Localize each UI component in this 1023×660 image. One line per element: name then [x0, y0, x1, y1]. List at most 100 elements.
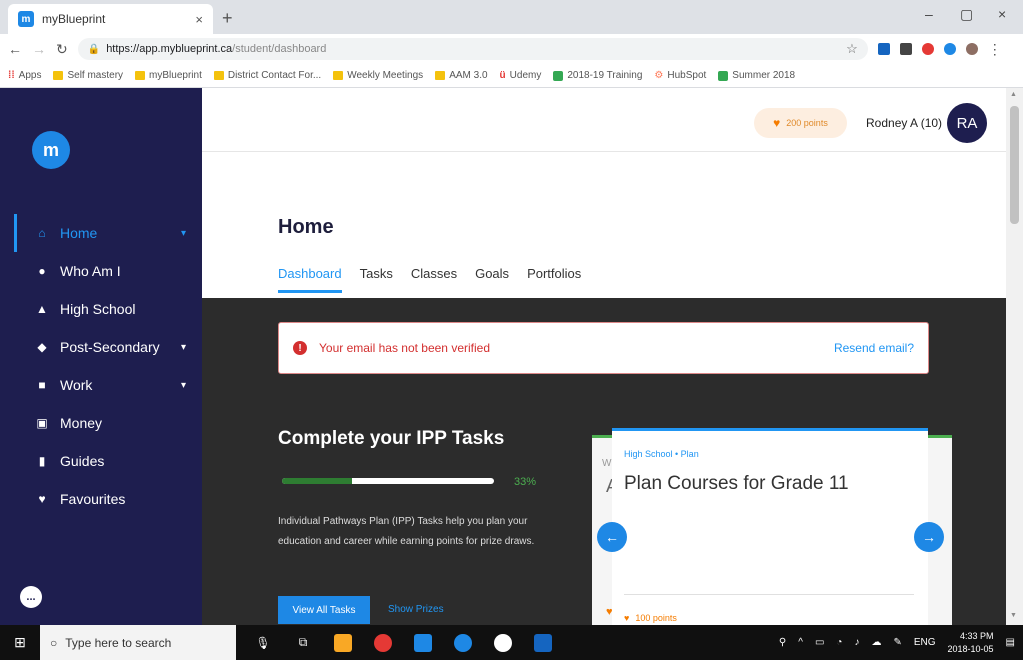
app-icon[interactable]	[494, 633, 512, 652]
close-window-icon[interactable]: ×	[998, 6, 1006, 22]
points-value: 200 points	[786, 118, 828, 128]
sidebar-item-post-secondary[interactable]: ◆ Post-Secondary ▾	[0, 328, 202, 366]
briefcase-icon: ■	[38, 378, 46, 392]
extension-icon[interactable]	[877, 43, 890, 55]
sidebar-item-home[interactable]: ⌂ Home ▾	[0, 214, 202, 252]
task-view-icon[interactable]: ⧉	[294, 634, 312, 652]
sidebar-item-money[interactable]: ▣ Money	[0, 404, 202, 442]
extension-icon[interactable]	[943, 43, 956, 55]
avatar[interactable]: RA	[947, 103, 987, 143]
scroll-up-icon[interactable]: ▲	[1010, 91, 1017, 98]
view-all-tasks-button[interactable]: View All Tasks	[278, 596, 370, 624]
people-icon[interactable]: ⚲	[779, 637, 786, 648]
sidebar-item-label: Guides	[60, 453, 105, 469]
chevron-down-icon: ▾	[180, 379, 186, 391]
money-icon: ▣	[36, 416, 48, 430]
microphone-icon[interactable]: 🎙	[254, 634, 272, 652]
back-icon[interactable]: ←	[8, 41, 22, 57]
bookmark-folder[interactable]: District Contact For...	[213, 70, 321, 81]
tab-portfolios[interactable]: Portfolios	[527, 266, 581, 293]
task-card-points-value: 100 points	[635, 613, 677, 623]
language-indicator[interactable]: ENG	[914, 637, 936, 648]
bookmark-folder[interactable]: Weekly Meetings	[333, 70, 423, 81]
apps-icon: ⁞⁞	[8, 70, 15, 81]
maximize-icon[interactable]: ▢	[960, 6, 973, 23]
pen-icon[interactable]: ✎	[893, 637, 901, 648]
profile-icon[interactable]	[965, 43, 978, 55]
lock-icon: 🔒	[87, 43, 101, 55]
bookmark-udemy[interactable]: ü Udemy	[500, 70, 542, 81]
browser-tab[interactable]: m myBlueprint ×	[8, 4, 213, 34]
task-card[interactable]: High School • Plan Plan Courses for Grad…	[612, 428, 928, 625]
sidebar-item-who-am-i[interactable]: ● Who Am I	[0, 252, 202, 290]
show-prizes-link[interactable]: Show Prizes	[388, 604, 444, 615]
scroll-down-icon[interactable]: ▼	[1010, 612, 1017, 619]
heart-icon: ♥	[624, 613, 630, 623]
school-icon: ▲	[36, 302, 48, 316]
windows-start-icon[interactable]: ⊞	[0, 634, 40, 651]
security-shield-icon[interactable]	[414, 633, 432, 652]
bookmark-summer[interactable]: Summer 2018	[718, 70, 795, 81]
progress-fill	[282, 478, 352, 484]
tab-goals[interactable]: Goals	[475, 266, 509, 293]
battery-icon[interactable]: ▭	[815, 637, 824, 648]
bookmark-folder[interactable]: myBlueprint	[135, 70, 202, 81]
points-badge[interactable]: ♥ 200 points	[754, 108, 847, 138]
bookmark-hubspot[interactable]: ⚙ HubSpot	[654, 70, 706, 81]
cloud-icon[interactable]: ☁	[871, 637, 881, 648]
sidebar-item-label: Work	[60, 377, 93, 393]
sidebar-item-label: Favourites	[60, 491, 126, 507]
app-logo[interactable]: m	[32, 131, 70, 169]
carousel-next-button[interactable]: →	[914, 522, 944, 552]
sidebar-item-label: Who Am I	[60, 263, 121, 279]
volume-icon[interactable]: ♪	[854, 637, 859, 648]
taskbar-apps: 🎙 ⧉	[254, 633, 552, 652]
url-path: /student/dashboard	[232, 43, 327, 55]
bookmark-training[interactable]: 2018-19 Training	[553, 70, 642, 81]
pocket-extension-icon[interactable]	[899, 43, 912, 55]
extension-icon[interactable]	[921, 43, 934, 55]
bookmark-folder[interactable]: Self mastery	[53, 70, 123, 81]
taskbar-search[interactable]: ○ Type here to search	[40, 625, 236, 660]
sidebar-item-guides[interactable]: ▮ Guides	[0, 442, 202, 480]
bookmark-folder[interactable]: AAM 3.0	[435, 70, 488, 81]
sidebar-item-high-school[interactable]: ▲ High School	[0, 290, 202, 328]
tab-tasks[interactable]: Tasks	[360, 266, 393, 293]
close-tab-icon[interactable]: ×	[195, 12, 203, 27]
sidebar-item-work[interactable]: ■ Work ▾	[0, 366, 202, 404]
page-scrollbar[interactable]: ▲ ▼	[1006, 88, 1023, 625]
wifi-icon[interactable]: ◔	[836, 637, 842, 648]
scrollbar-thumb[interactable]	[1010, 106, 1019, 224]
reload-icon[interactable]: ↻	[56, 41, 68, 58]
word-icon[interactable]	[534, 633, 552, 652]
cortana-icon: ○	[50, 635, 58, 650]
app-icon[interactable]	[454, 633, 472, 652]
tab-classes[interactable]: Classes	[411, 266, 457, 293]
sidebar-item-label: Post-Secondary	[60, 339, 160, 355]
browser-toolbar: ← → ↻ 🔒 https://app.myblueprint.ca/stude…	[0, 34, 1023, 64]
alert-message: Your email has not been verified	[319, 341, 490, 355]
bookmark-star-icon[interactable]: ☆	[846, 41, 858, 57]
browser-tab-strip: m myBlueprint × + – ▢ ×	[0, 0, 1023, 34]
chevron-up-icon[interactable]: ^	[798, 637, 803, 648]
sidebar-item-label: Money	[60, 415, 103, 431]
chrome-icon[interactable]	[374, 633, 392, 652]
address-bar[interactable]: 🔒 https://app.myblueprint.ca/student/das…	[77, 38, 868, 60]
resend-email-link[interactable]: Resend email?	[834, 341, 914, 355]
url-host: https://app.myblueprint.ca	[106, 43, 233, 55]
tab-dashboard[interactable]: Dashboard	[278, 266, 342, 293]
bookmark-apps[interactable]: ⁞⁞ Apps	[8, 70, 41, 81]
task-card-points: ♥ 100 points	[624, 613, 677, 623]
user-name[interactable]: Rodney A (10)	[866, 116, 942, 130]
ipp-section-title: Complete your IPP Tasks	[278, 428, 505, 449]
forward-icon[interactable]: →	[32, 41, 46, 57]
menu-icon[interactable]: ⋮	[988, 41, 1002, 58]
chat-icon[interactable]: ...	[20, 586, 42, 608]
taskbar-clock[interactable]: 4:33 PM 2018-10-05	[948, 630, 994, 656]
carousel-prev-button[interactable]: ←	[597, 522, 627, 552]
notification-icon[interactable]: ▤	[1006, 637, 1015, 648]
file-explorer-icon[interactable]	[334, 633, 352, 652]
sidebar-item-favourites[interactable]: ♥ Favourites	[0, 480, 202, 518]
minimize-icon[interactable]: –	[925, 6, 933, 22]
new-tab-button[interactable]: +	[222, 8, 233, 29]
